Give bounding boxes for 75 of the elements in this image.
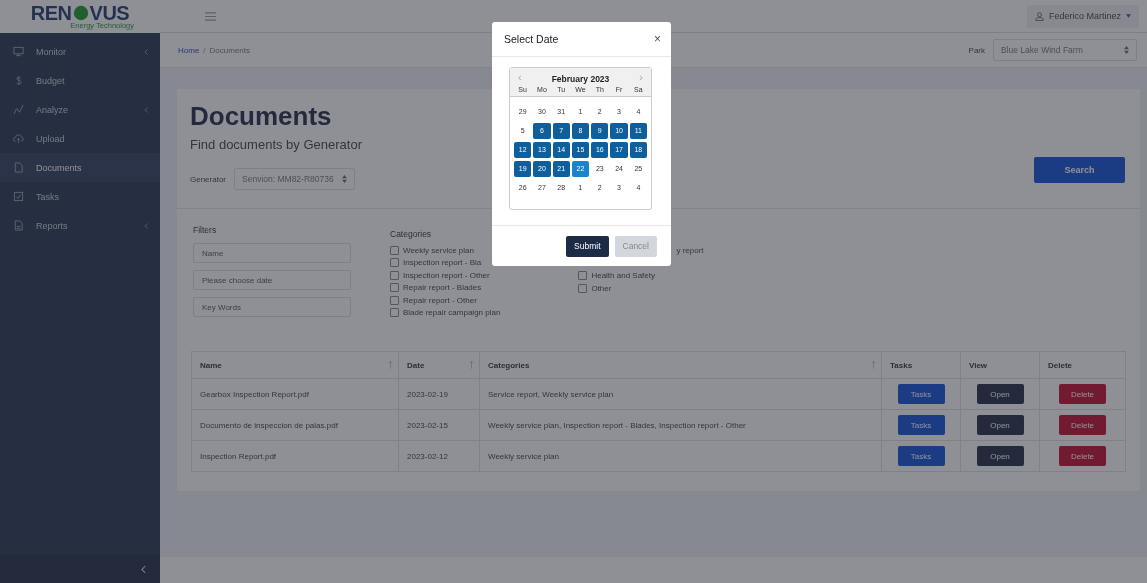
open-button[interactable]: Open — [976, 384, 1024, 404]
generator-label: Generator — [190, 174, 227, 184]
chevron-icon — [141, 564, 146, 574]
page-title: Documents — [190, 101, 333, 131]
table-cell: Weekly service plan, Inspection report - Blades, Inspection report - Other — [479, 409, 882, 441]
report-icon — [13, 220, 24, 231]
column-header[interactable]: Delete — [1039, 351, 1126, 379]
filters-heading: Filters — [193, 225, 218, 235]
checkbox-label: Health and Safety — [591, 271, 655, 281]
filter-field[interactable]: Key Words — [193, 297, 351, 317]
filter-field[interactable]: Please choose date — [193, 270, 351, 290]
table-cell: 2023-02-12 — [398, 440, 480, 472]
checkbox[interactable] — [390, 308, 399, 318]
checkbox[interactable] — [578, 271, 588, 281]
checkbox-label: Inspection report - Other — [403, 270, 490, 280]
user-icon — [1034, 11, 1044, 21]
checkbox[interactable] — [390, 270, 399, 280]
filter-field[interactable]: Name — [193, 243, 351, 263]
tasks-button[interactable]: Tasks — [897, 415, 945, 435]
breadcrumb-link[interactable]: Home — [178, 45, 200, 55]
select-arrows-icon — [1124, 46, 1129, 54]
breadcrumb-separator: / — [203, 45, 206, 55]
sidebar-item[interactable]: Documents — [0, 153, 160, 182]
column-header[interactable]: Tasks — [881, 351, 961, 379]
close-button[interactable]: × — [654, 32, 661, 46]
checkbox-icon — [13, 191, 24, 202]
user-menu-button[interactable]: Federico Martinez — [1026, 4, 1139, 28]
tasks-button[interactable]: Tasks — [897, 384, 945, 404]
checkbox[interactable] — [390, 283, 399, 293]
delete-button[interactable]: Delete — [1059, 384, 1106, 404]
checkbox[interactable] — [390, 245, 399, 255]
delete-button[interactable]: Delete — [1059, 415, 1106, 435]
logo-text: VUS — [89, 4, 130, 22]
open-button[interactable]: Open — [976, 415, 1024, 435]
dialog-title: Select Date — [504, 33, 559, 45]
categories-heading: Categories — [390, 229, 433, 239]
column-header[interactable]: Categories — [479, 351, 882, 379]
dollar-icon — [13, 75, 24, 86]
checkbox-label: Repair report - Other — [403, 295, 477, 305]
checkbox-label: Repair report - Blades — [403, 283, 482, 293]
monitor-icon — [13, 46, 24, 57]
column-header[interactable]: Date — [398, 351, 480, 379]
month-title: February 2023 — [551, 74, 610, 84]
tasks-button[interactable]: Tasks — [897, 446, 945, 466]
checkbox-label: y report — [676, 245, 704, 255]
caret-icon — [1126, 14, 1131, 18]
delete-button[interactable]: Delete — [1059, 446, 1106, 466]
park-label: Park — [968, 45, 985, 55]
table-cell: 2023-02-19 — [398, 378, 480, 410]
table-cell: Gearbox Inspection Report.pdf — [191, 378, 399, 410]
select-arrows-icon — [341, 175, 347, 183]
checkbox-label: Blade repair campaign plan — [403, 308, 501, 318]
column-header[interactable]: Name — [191, 351, 399, 379]
file-icon — [13, 162, 24, 173]
logo-text: REN — [30, 4, 72, 22]
table-cell: Weekly service plan — [479, 440, 882, 472]
open-button[interactable]: Open — [976, 446, 1024, 466]
checkbox[interactable] — [390, 295, 399, 305]
checkbox-label: Weekly service plan — [403, 245, 474, 255]
checkbox-label: Inspection report - Bla — [403, 258, 482, 268]
menu-icon[interactable] — [205, 11, 216, 21]
logo-circle-icon — [72, 5, 89, 21]
page-subtitle: Find documents by Generator — [190, 137, 362, 152]
submit-button[interactable]: Submit — [566, 235, 609, 257]
checkbox[interactable] — [390, 258, 399, 268]
chart-line-icon — [13, 104, 24, 115]
checkbox-label: Other — [591, 283, 612, 293]
table-cell: Service report, Weekly service plan — [479, 378, 882, 410]
table-cell: Inspection Report.pdf — [191, 440, 399, 472]
checkbox[interactable] — [578, 283, 588, 293]
table-cell: Documento de inspeccion de palas.pdf — [191, 409, 399, 441]
table-cell: 2023-02-15 — [398, 409, 480, 441]
cloud-upload-icon — [13, 133, 24, 144]
column-header[interactable]: View — [960, 351, 1040, 379]
search-button[interactable]: Search — [1034, 157, 1125, 183]
